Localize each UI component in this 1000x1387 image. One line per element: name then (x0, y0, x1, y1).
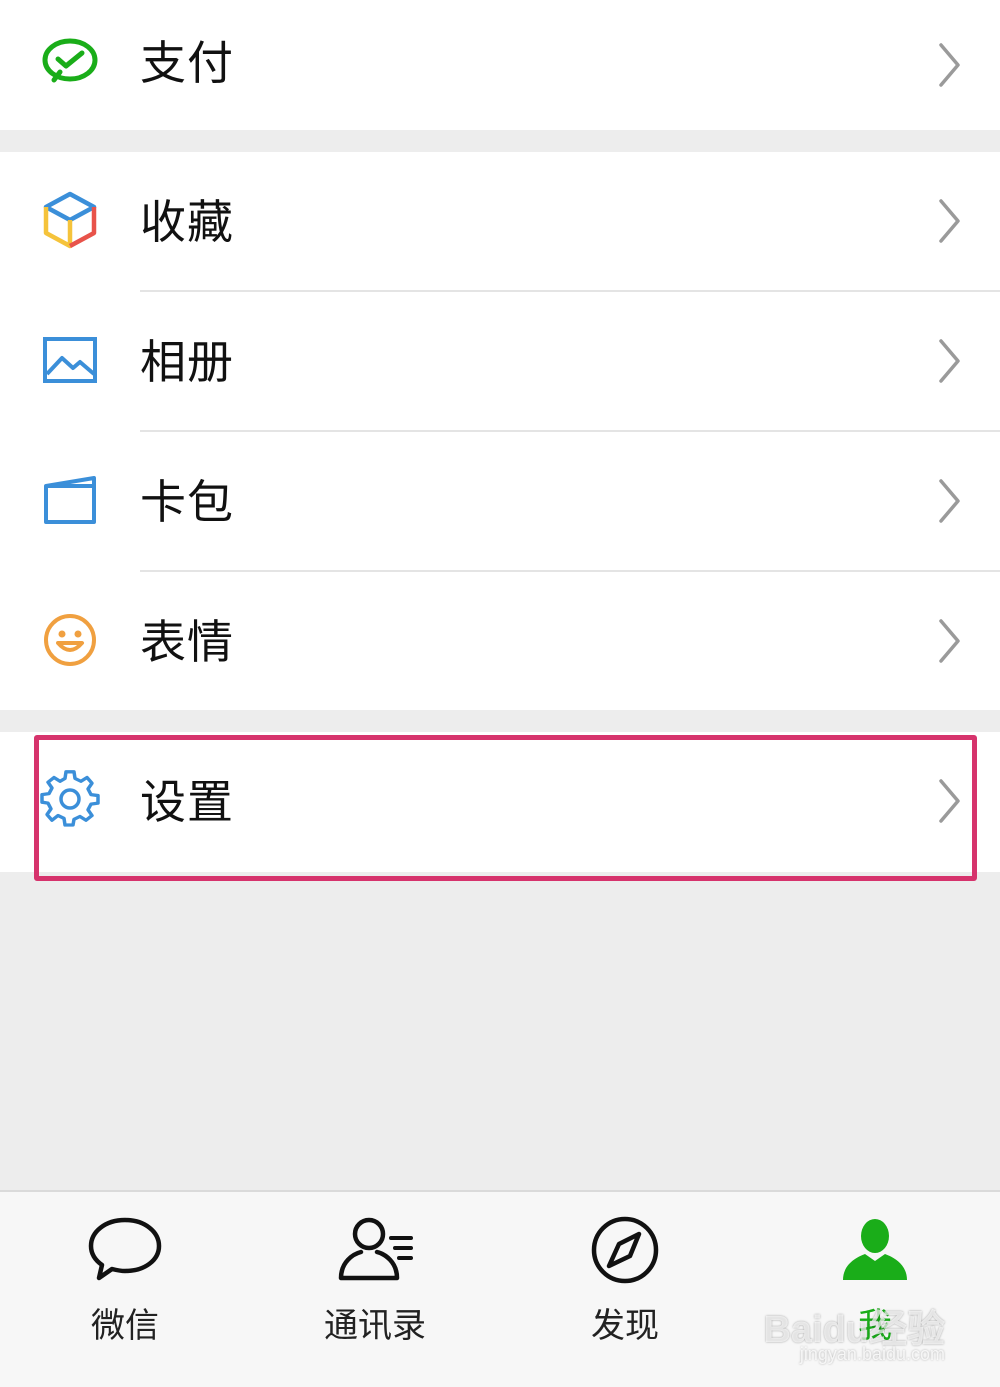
menu-item-settings[interactable]: 设置 (0, 732, 1000, 872)
wechat-pay-icon (42, 38, 98, 83)
chevron-right-icon (939, 779, 960, 823)
gear-icon (40, 770, 100, 827)
image-icon (43, 337, 97, 383)
menu-item-pay[interactable]: 支付 (0, 0, 1000, 130)
tab-discover-label: 发现 (591, 1306, 659, 1346)
menu-item-stickers[interactable]: 表情 (0, 572, 1000, 710)
chat-bubble-icon (88, 1217, 162, 1281)
tab-discover[interactable]: 发现 (500, 1192, 750, 1387)
tab-contacts[interactable]: 通讯录 (250, 1192, 500, 1387)
tab-chats[interactable]: 微信 (0, 1192, 250, 1387)
chevron-right-icon (939, 479, 960, 523)
cube-icon (43, 191, 97, 249)
menu-item-favorites[interactable]: 收藏 (0, 152, 1000, 292)
chevron-right-icon (939, 619, 960, 663)
menu-item-cards-label: 卡包 (140, 475, 234, 529)
tab-contacts-label: 通讯录 (324, 1306, 426, 1346)
chevron-right-icon (939, 199, 960, 243)
settings-group: 设置 (0, 732, 1000, 872)
menu-item-album[interactable]: 相册 (0, 292, 1000, 432)
menu-item-pay-label: 支付 (140, 36, 234, 90)
card-wallet-icon (44, 476, 96, 524)
menu-item-cards[interactable]: 卡包 (0, 432, 1000, 572)
pay-group: 支付 (0, 0, 1000, 130)
smiley-icon (44, 614, 96, 666)
compass-icon (591, 1216, 659, 1284)
features-group: 收藏 相册 卡包 表情 (0, 152, 1000, 710)
menu-item-settings-label: 设置 (140, 775, 234, 829)
chevron-right-icon (939, 339, 960, 383)
contacts-icon (338, 1217, 413, 1281)
person-icon (843, 1219, 907, 1280)
menu-item-album-label: 相册 (140, 335, 234, 389)
chevron-right-icon (939, 43, 960, 87)
menu-item-stickers-label: 表情 (140, 615, 234, 669)
watermark-url: jingyan.baidu.com (799, 1344, 945, 1364)
menu-item-favorites-label: 收藏 (140, 195, 234, 249)
tab-chats-label: 微信 (91, 1306, 159, 1346)
